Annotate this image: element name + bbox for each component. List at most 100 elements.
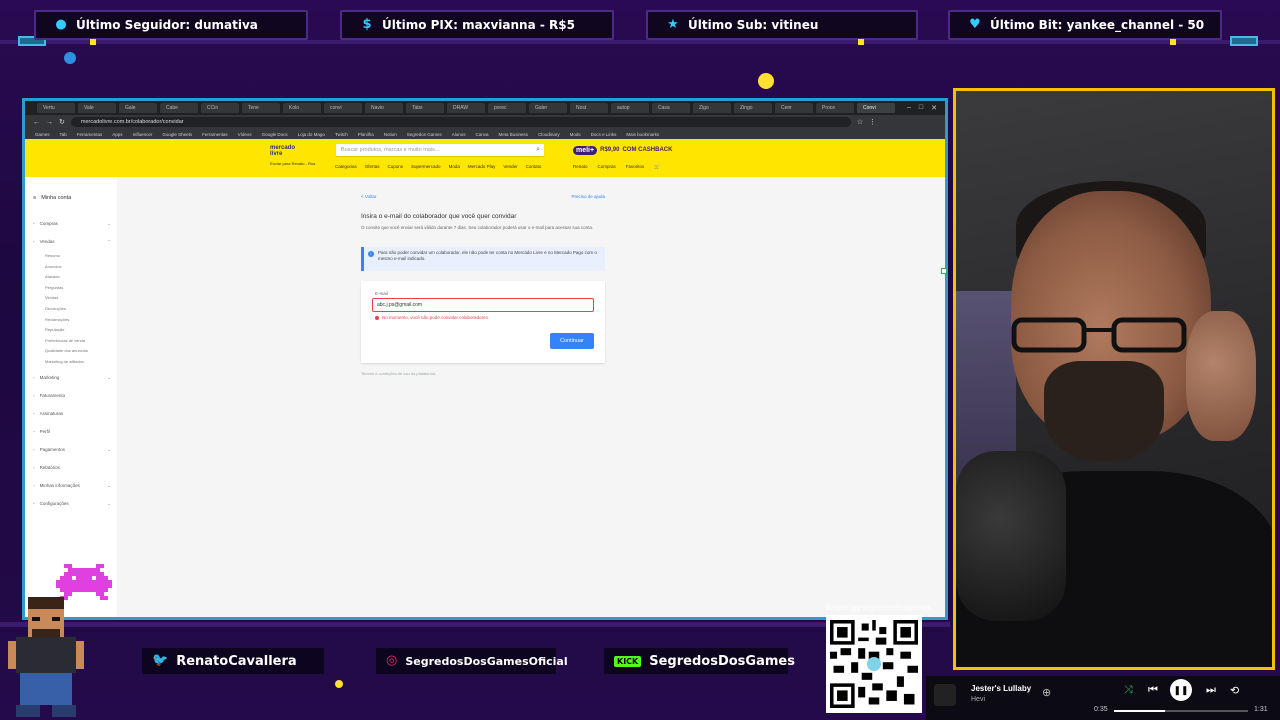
bookmark-item[interactable]: Ferramentas	[77, 132, 103, 137]
repeat-icon[interactable]: ⟲	[1230, 684, 1239, 697]
forward-arrow-icon[interactable]: →	[46, 119, 53, 126]
ml-user-item[interactable]: Compras	[598, 164, 616, 170]
sidebar-subitem[interactable]: Reclamações	[45, 317, 69, 322]
ml-user-item[interactable]: Favoritos	[626, 164, 645, 170]
sidebar-item[interactable]: ◦ Pagamentos ⌄	[33, 447, 111, 453]
extensions-icon[interactable]: ⋮	[869, 118, 876, 126]
bookmark-item[interactable]: Google Docs	[262, 132, 288, 137]
sidebar-subitem[interactable]: Resumo	[45, 253, 60, 258]
bookmark-item[interactable]: Loja do Mago	[298, 132, 325, 137]
bookmark-item[interactable]: Docs e Links	[591, 132, 617, 137]
browser-tab[interactable]: DRAW	[447, 103, 485, 113]
bookmark-item[interactable]: Planilha	[358, 132, 374, 137]
ml-search-input[interactable]: Buscar produtos, marcas e muito mais... …	[336, 144, 544, 156]
ml-nav-item[interactable]: Categorias	[335, 164, 357, 169]
footer-note[interactable]: Termos e condições de uso da plataforma	[361, 371, 435, 376]
star-bookmark-icon[interactable]: ☆	[857, 118, 863, 126]
bookmark-item[interactable]: Meta Business	[499, 132, 529, 137]
sidebar-item[interactable]: ◦ Minhas informações ⌄	[33, 483, 111, 489]
browser-tab[interactable]: Tabs	[406, 103, 444, 113]
sidebar-item[interactable]: ◦ Marketing ⌄	[33, 375, 111, 381]
sidebar-subitem[interactable]: Marketing de afiliados	[45, 359, 84, 364]
sidebar-subitem[interactable]: Devoluções	[45, 306, 66, 311]
sidebar-item[interactable]: ◦ Perfil	[33, 429, 111, 434]
ml-nav-item[interactable]: Supermercado	[411, 164, 441, 169]
sidebar-subitem[interactable]: Anúncios	[45, 264, 61, 269]
sidebar-subitem[interactable]: Preferências de venda	[45, 338, 85, 343]
bookmark-item[interactable]: Canva	[476, 132, 489, 137]
search-icon[interactable]: ⌕	[536, 144, 540, 156]
previous-track-icon[interactable]: ⏮	[1148, 684, 1158, 697]
bookmark-item[interactable]: Ferramentas	[202, 132, 228, 137]
seek-bar[interactable]	[1114, 710, 1248, 712]
browser-tab[interactable]: Proce	[816, 103, 854, 113]
help-link[interactable]: Preciso de ajuda	[571, 194, 605, 199]
reload-icon[interactable]: ↻	[59, 118, 65, 126]
qr-code[interactable]	[826, 615, 922, 713]
browser-tab[interactable]: Gale	[119, 103, 157, 113]
browser-tab[interactable]: CCin	[201, 103, 239, 113]
shuffle-icon[interactable]: ⤨	[1124, 684, 1133, 697]
bookmark-item[interactable]: Mods	[570, 132, 581, 137]
ml-nav-item[interactable]: Moda	[449, 164, 460, 169]
bookmark-item[interactable]: Games	[35, 132, 50, 137]
bookmark-item[interactable]: Apps	[112, 132, 122, 137]
cart-icon[interactable]: 🛒	[654, 164, 660, 170]
sidebar-item[interactable]: ◦ Assinaturas	[33, 411, 111, 416]
browser-tab[interactable]: Zingo	[734, 103, 772, 113]
ml-nav-item[interactable]: Contato	[526, 164, 542, 169]
ml-nav-item[interactable]: Cupons	[388, 164, 404, 169]
bookmark-item[interactable]: Vídeos	[238, 132, 252, 137]
back-arrow-icon[interactable]: ←	[33, 119, 40, 126]
sidebar-title[interactable]: ≡ Minha conta	[33, 195, 71, 201]
url-field[interactable]: mercadolivre.com.br/colaborador/convidar	[70, 117, 851, 127]
sidebar-item[interactable]: ◦ Relatórios	[33, 465, 111, 470]
sidebar-item[interactable]: ◦ Configurações ⌄	[33, 501, 111, 507]
pause-button[interactable]: ❚❚	[1170, 679, 1192, 701]
browser-tab[interactable]: autop	[611, 103, 649, 113]
social-twitter[interactable]: 🐦 RenatoCavallera	[142, 648, 324, 674]
browser-tab[interactable]: Kolo	[283, 103, 321, 113]
delivery-location[interactable]: Enviar para Renato - Rua	[270, 161, 315, 166]
sidebar-item[interactable]: ◦ Vendas ⌃	[33, 239, 111, 245]
ml-nav-item[interactable]: Vender	[503, 164, 517, 169]
browser-tab[interactable]: convi	[324, 103, 362, 113]
bookmark-item[interactable]: Mais bookmarks	[626, 132, 659, 137]
browser-tab[interactable]: Cabe	[160, 103, 198, 113]
browser-tab[interactable]: Casa	[652, 103, 690, 113]
ml-nav-item[interactable]: Mercado Play	[468, 164, 496, 169]
browser-tab[interactable]: Vertu	[37, 103, 75, 113]
browser-tab[interactable]: Cenr	[775, 103, 813, 113]
next-track-icon[interactable]: ⏭	[1206, 684, 1216, 697]
meli-plus-promo[interactable]: meli+ R$9,90 COM CASHBACK	[573, 143, 691, 157]
sidebar-subitem[interactable]: Reputação	[45, 327, 64, 332]
bookmark-item[interactable]: Notion	[384, 132, 397, 137]
social-instagram[interactable]: ◎ SegredosDosGamesOficial	[376, 648, 568, 674]
sidebar-item[interactable]: ◦ Compras ⌄	[33, 221, 111, 227]
browser-tab[interactable]: Vale	[78, 103, 116, 113]
browser-tab[interactable]: porec	[488, 103, 526, 113]
browser-tab[interactable]: Tene	[242, 103, 280, 113]
sidebar-subitem[interactable]: Qualidade dos anúncios	[45, 348, 88, 353]
ml-logo[interactable]: mercado livre	[270, 143, 516, 375]
maximize-icon[interactable]: □	[919, 104, 923, 112]
browser-tab[interactable]: Navio	[365, 103, 403, 113]
social-kick[interactable]: KICK SegredosDosGames	[604, 648, 795, 674]
bookmark-item[interactable]: Cloudinary	[538, 132, 560, 137]
bookmark-item[interactable]: Alunos	[452, 132, 466, 137]
capture-resize-handle[interactable]	[941, 268, 947, 274]
add-to-library-icon[interactable]: ⊕	[1042, 686, 1051, 699]
sidebar-item[interactable]: ◦ Faturamento	[33, 393, 111, 398]
sidebar-subitem[interactable]: Atacado	[45, 274, 60, 279]
bookmark-item[interactable]: Segredos Games	[407, 132, 442, 137]
close-icon[interactable]: ✕	[931, 104, 937, 112]
sidebar-subitem[interactable]: Vendas	[45, 295, 58, 300]
browser-tab[interactable]: Zigo	[693, 103, 731, 113]
bookmark-item[interactable]: Twitch	[335, 132, 348, 137]
bookmark-item[interactable]: Google Sheets	[162, 132, 192, 137]
minimize-icon[interactable]: –	[907, 104, 911, 112]
browser-tab[interactable]: Convi	[857, 103, 895, 113]
browser-tab[interactable]: Nost	[570, 103, 608, 113]
bookmark-item[interactable]: Influencer	[133, 132, 153, 137]
ml-nav-item[interactable]: Ofertas	[365, 164, 380, 169]
